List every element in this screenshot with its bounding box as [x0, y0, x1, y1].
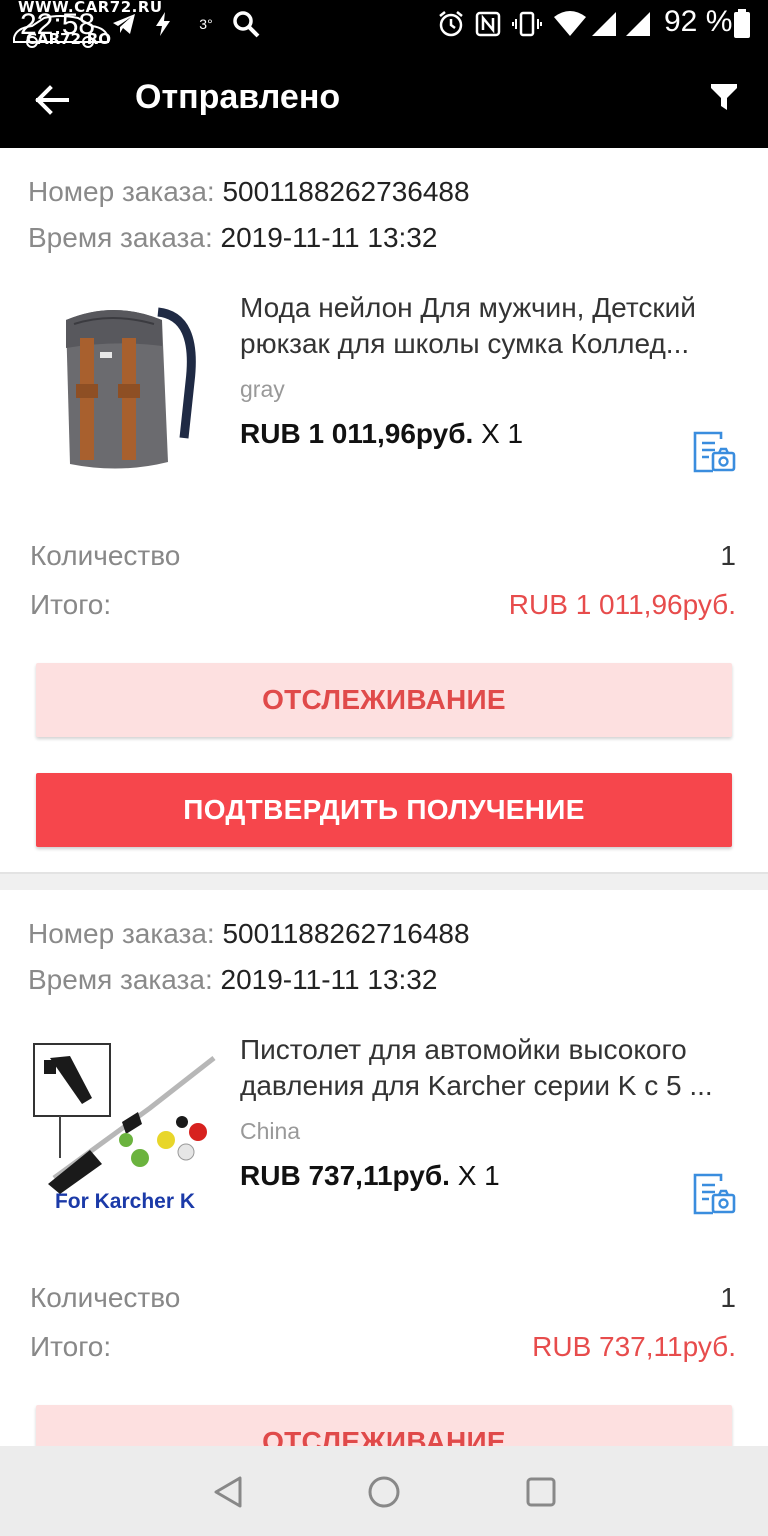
arrow-left-icon: [35, 85, 69, 115]
app-bar: Отправлено: [0, 50, 768, 148]
product-price: RUB 737,11руб.: [240, 1160, 450, 1191]
filter-button[interactable]: [700, 72, 748, 122]
order-time-label: Время заказа:: [28, 964, 213, 995]
filter-icon: [711, 84, 737, 110]
quantity-value: 1: [720, 1282, 736, 1313]
signal-icon: [624, 8, 652, 40]
order-time-line: Время заказа: 2019-11-11 13:32: [28, 222, 437, 254]
battery-icon: [732, 8, 752, 40]
total-value: RUB 1 011,96руб.: [508, 589, 736, 620]
product-title[interactable]: Пистолет для автомойки высокого давления…: [240, 1032, 740, 1104]
product-sku: China: [240, 1118, 301, 1144]
product-title[interactable]: Мода нейлон Для мужчин, Детский рюкзак д…: [240, 290, 740, 362]
back-button[interactable]: [26, 74, 78, 126]
track-button[interactable]: ОТСЛЕЖИВАНИЕ: [36, 1405, 732, 1450]
order-number-line: Номер заказа: 5001188262736488: [28, 176, 470, 208]
receipt-camera-icon: [693, 431, 736, 473]
product-sku: gray: [240, 376, 285, 402]
confirm-receipt-button[interactable]: ПОДТВЕРДИТЬ ПОЛУЧЕНИЕ: [36, 773, 732, 847]
wifi-icon: [552, 8, 588, 40]
order-time-line: Время заказа: 2019-11-11 13:32: [28, 964, 437, 996]
vibrate-icon: [512, 8, 542, 40]
product-qty: X 1: [457, 1160, 500, 1191]
receipt-button[interactable]: [690, 1170, 738, 1218]
flash-icon: [150, 8, 176, 40]
order-number-label: Номер заказа:: [28, 176, 215, 207]
status-bar: 22:58 WWW.CAR72.RU CAR72.RO 3° 92 %: [0, 0, 768, 50]
product-image-pressure-gun[interactable]: For Karcher K: [30, 1028, 220, 1218]
order-number: 5001188262716488: [222, 918, 470, 949]
order-card: Номер заказа: 5001188262736488 Время зак…: [0, 148, 768, 872]
alarm-icon: [436, 8, 466, 40]
temperature: 3°: [199, 16, 213, 32]
total-label: Итого:: [30, 1331, 112, 1362]
watermark-site: CAR72.RO: [26, 30, 112, 48]
nav-recents-button[interactable]: [519, 1470, 563, 1514]
order-number-line: Номер заказа: 5001188262716488: [28, 918, 470, 950]
back-triangle-icon: [214, 1476, 242, 1508]
nfc-icon: [474, 8, 502, 40]
system-nav-bar: [0, 1446, 768, 1536]
page-title: Отправлено: [135, 78, 341, 116]
quantity-value: 1: [720, 540, 736, 571]
order-time: 2019-11-11 13:32: [220, 964, 438, 995]
nav-home-button[interactable]: [362, 1470, 406, 1514]
telegram-icon: [108, 8, 140, 40]
track-button[interactable]: ОТСЛЕЖИВАНИЕ: [36, 663, 732, 737]
order-time-label: Время заказа:: [28, 222, 213, 253]
order-divider: [0, 872, 768, 890]
nav-back-button[interactable]: [206, 1470, 250, 1514]
product-image-backpack[interactable]: [30, 286, 220, 476]
battery-percent: 92 %: [664, 5, 733, 38]
recents-square-icon: [526, 1477, 556, 1507]
product-qty: X 1: [481, 418, 524, 449]
quantity-label: Количество: [30, 540, 181, 571]
product-price: RUB 1 011,96руб.: [240, 418, 474, 449]
search-icon: [230, 8, 262, 40]
product-price-line: RUB 737,11руб. X 1: [240, 1160, 500, 1192]
product-price-line: RUB 1 011,96руб. X 1: [240, 418, 523, 450]
receipt-camera-icon: [693, 1173, 736, 1215]
receipt-button[interactable]: [690, 428, 738, 476]
total-value: RUB 737,11руб.: [532, 1331, 736, 1362]
total-label: Итого:: [30, 589, 112, 620]
home-circle-icon: [368, 1476, 400, 1508]
quantity-label: Количество: [30, 1282, 181, 1313]
image-caption: For Karcher K: [55, 1190, 195, 1213]
order-number-label: Номер заказа:: [28, 918, 215, 949]
watermark-url: WWW.CAR72.RU: [18, 0, 163, 16]
signal-icon: [590, 8, 618, 40]
order-card: Номер заказа: 5001188262716488 Время зак…: [0, 890, 768, 1450]
order-time: 2019-11-11 13:32: [220, 222, 438, 253]
order-number: 5001188262736488: [222, 176, 470, 207]
